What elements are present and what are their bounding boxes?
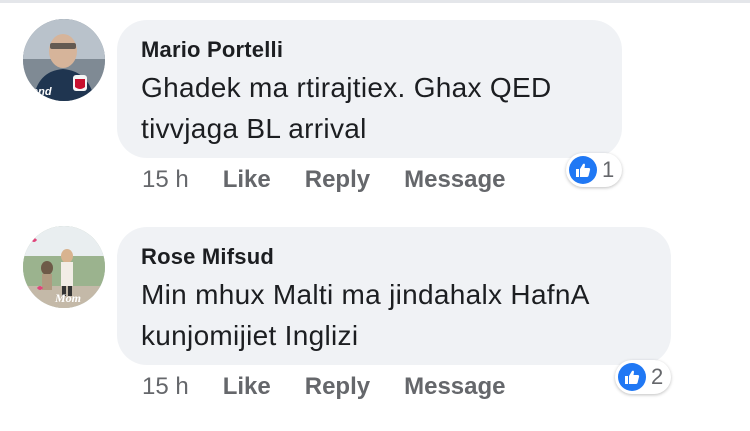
comment-text-line: Min mhux Malti ma jindahalx HafnA <box>141 279 590 310</box>
avatar[interactable]: Mom <box>23 226 105 308</box>
comment-text-line: kunjomijiet Inglizi <box>141 320 359 351</box>
comment-author[interactable]: Rose Mifsud <box>141 244 645 270</box>
comment-item: land Mario Portelli Ghadek ma rtirajtiex… <box>0 0 750 210</box>
reaction-count: 1 <box>602 157 615 182</box>
like-button[interactable]: Like <box>223 373 271 401</box>
comment-text-line: tivvjaga BL arrival <box>141 113 367 144</box>
comment-actions: 15 h Like Reply Message <box>142 372 540 402</box>
reaction-summary[interactable]: 2 <box>615 360 672 394</box>
comment-bubble: Mario Portelli Ghadek ma rtirajtiex. Gha… <box>117 20 622 158</box>
avatar-image: land <box>23 19 105 101</box>
reaction-summary[interactable]: 1 <box>566 153 623 187</box>
comment-bubble: Rose Mifsud Min mhux Malti ma jindahalx … <box>117 227 671 365</box>
comment-actions: 15 h Like Reply Message <box>142 165 540 195</box>
reply-button[interactable]: Reply <box>305 166 370 194</box>
avatar-caption: land <box>29 86 52 98</box>
comment-item: Mom Rose Mifsud Min mhux Malti ma jindah… <box>0 210 750 431</box>
avatar[interactable]: land <box>23 19 105 101</box>
comment-text: Ghadek ma rtirajtiex. Ghax QED tivvjaga … <box>141 67 596 149</box>
message-button[interactable]: Message <box>404 373 505 401</box>
avatar-caption: Mom <box>54 291 81 305</box>
reply-button[interactable]: Reply <box>305 373 370 401</box>
avatar-image: Mom <box>23 226 105 308</box>
comment-text-line: Ghadek ma rtirajtiex. Ghax QED <box>141 72 552 103</box>
comment-text: Min mhux Malti ma jindahalx HafnA kunjom… <box>141 274 645 356</box>
message-button[interactable]: Message <box>404 166 505 194</box>
thumbs-up-icon <box>618 363 646 391</box>
thumbs-up-icon <box>569 156 597 184</box>
like-button[interactable]: Like <box>223 166 271 194</box>
comment-author[interactable]: Mario Portelli <box>141 37 596 63</box>
comment-timestamp[interactable]: 15 h <box>142 166 189 194</box>
comment-timestamp[interactable]: 15 h <box>142 373 189 401</box>
reaction-count: 2 <box>651 364 664 389</box>
